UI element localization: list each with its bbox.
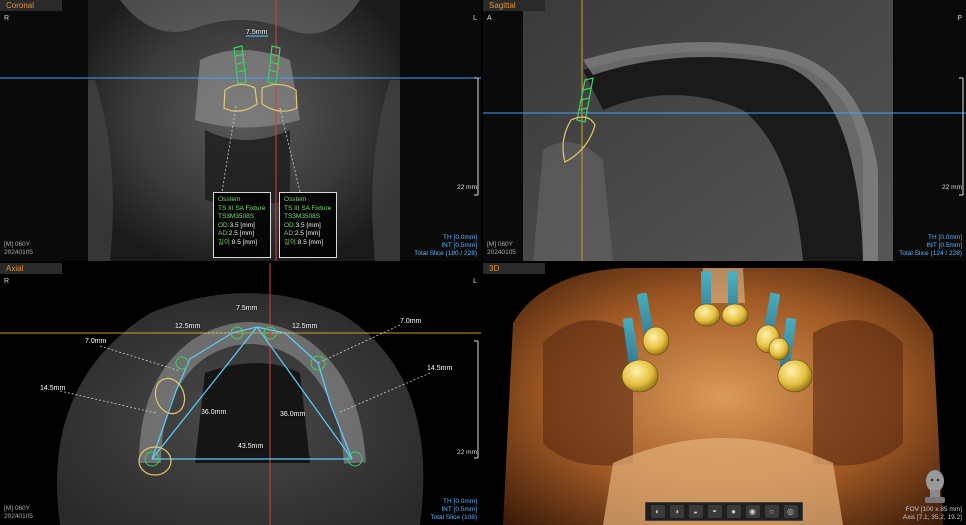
implant-ad: AD:2.5 [mm] — [218, 230, 255, 237]
3d-view[interactable]: 3D ◐ ◑ ◒ ◓ ● ◉ ○ ◎ FOV [100 x 85 mm] Axi… — [483, 263, 966, 525]
patient-age: [M] 060Y — [4, 505, 31, 512]
implant-od: OD:3.5 [mm] — [284, 221, 321, 229]
view-preset-button-1[interactable]: ◐ — [650, 505, 665, 518]
view-preset-button-5[interactable]: ● — [726, 505, 741, 518]
orient-right-label: L — [473, 15, 477, 22]
orient-left-label: R — [4, 15, 10, 22]
orient-right-label: L — [473, 278, 477, 285]
implant-code: TS3M3508S — [218, 213, 255, 220]
implant-brand: Osstem — [284, 196, 307, 203]
slice-meta: TH [0.0mm] INT [0.5mm] Total Slice (108) — [430, 498, 477, 522]
axial-image — [0, 263, 481, 525]
view-preset-button-4[interactable]: ◓ — [707, 505, 722, 518]
view-preset-button-6[interactable]: ◉ — [745, 505, 760, 518]
implant-od: OD:3.5 [mm] — [218, 221, 255, 229]
interval: INT [0.5mm] — [441, 506, 477, 513]
measure-label: 7.5mm — [236, 305, 258, 312]
patient-age: [M] 060Y — [4, 241, 31, 248]
measure-label: 36.0mm — [201, 409, 227, 416]
implant-model: TS III SA Fixture — [218, 204, 266, 212]
orient-left-label: R — [4, 278, 10, 285]
patient-meta: [M] 060Y 20240105 — [487, 241, 516, 257]
patient-meta: [M] 060Y 20240105 — [4, 241, 33, 257]
view-preset-button-8[interactable]: ◎ — [783, 505, 798, 518]
head-orientation-icon[interactable] — [922, 469, 948, 503]
thickness: TH [0.0mm] — [928, 234, 962, 241]
sagittal-image — [483, 0, 966, 261]
tab-axial[interactable]: Axial — [0, 263, 62, 274]
tab-sagittal[interactable]: Sagittal — [483, 0, 545, 11]
study-date: 20240105 — [487, 249, 516, 256]
tab-coronal[interactable]: Coronal — [0, 0, 62, 11]
scale-label: 22 mm — [457, 449, 477, 456]
measure-label: 14.5mm — [40, 385, 66, 392]
study-date: 20240105 — [4, 513, 33, 520]
patient-meta: [M] 060Y 20240105 — [4, 505, 33, 521]
axis-label: Axis [7.1, 35.2, 19.2] — [902, 514, 962, 521]
study-date: 20240105 — [4, 249, 33, 256]
view-preset-button-7[interactable]: ○ — [764, 505, 779, 518]
axial-view[interactable]: Axial R L 22 mm 7.5mm 12.5mm 12.5mm 7.0m… — [0, 263, 481, 525]
orient-right-label: P — [957, 15, 962, 22]
3d-render — [483, 263, 966, 525]
total-slice: Total Slice (108) — [430, 514, 477, 521]
slice-meta: TH [0.0mm] INT [0.5mm] Total Slice (180 … — [414, 234, 477, 258]
implant-brand: Osstem — [218, 196, 241, 203]
implant-info-box-right[interactable]: Osstem TS III SA Fixture TS3M3508S OD:3.… — [279, 192, 337, 258]
implant-length: 길이:8.5 [mm] — [284, 238, 324, 246]
measure-label: 14.5mm — [427, 365, 453, 372]
measure-label: 7.5mm — [246, 29, 268, 36]
patient-age: [M] 060Y — [487, 241, 514, 248]
measure-label: 36.0mm — [280, 411, 306, 418]
total-slice: Total Slice (180 / 228) — [414, 250, 477, 257]
interval: INT [0.5mm] — [441, 242, 477, 249]
measure-label: 43.5mm — [238, 443, 264, 450]
measure-label: 7.0mm — [85, 338, 107, 345]
scale-label: 22 mm — [457, 184, 477, 191]
sagittal-view[interactable]: Sagittal A P 22 mm [M] 060Y 20240105 TH … — [483, 0, 966, 261]
3d-view-toolbar: ◐ ◑ ◒ ◓ ● ◉ ○ ◎ — [645, 502, 803, 521]
measure-label: 7.0mm — [400, 318, 422, 325]
thickness: TH [0.0mm] — [443, 498, 477, 505]
implant-model: TS III SA Fixture — [284, 204, 332, 212]
total-slice: Total Slice (124 / 228) — [899, 250, 962, 257]
tab-3d[interactable]: 3D — [483, 263, 545, 274]
fov-label: FOV [100 x 85 mm] — [905, 506, 962, 513]
slice-meta: TH [0.0mm] INT [0.5mm] Total Slice (124 … — [899, 234, 962, 258]
measure-label: 12.5mm — [175, 323, 201, 330]
scale-label: 22 mm — [942, 184, 962, 191]
implant-info-box-left[interactable]: Osstem TS III SA Fixture TS3M3508S OD:3.… — [213, 192, 271, 258]
measure-label: 12.5mm — [292, 323, 318, 330]
interval: INT [0.5mm] — [926, 242, 962, 249]
fov-info: FOV [100 x 85 mm] Axis [7.1, 35.2, 19.2] — [903, 506, 962, 522]
view-preset-button-2[interactable]: ◑ — [669, 505, 684, 518]
thickness: TH [0.0mm] — [443, 234, 477, 241]
implant-code: TS3M3508S — [284, 213, 321, 220]
view-preset-button-3[interactable]: ◒ — [688, 505, 703, 518]
implant-length: 길이:8.5 [mm] — [218, 238, 258, 246]
implant-ad: AD:2.5 [mm] — [284, 230, 321, 237]
coronal-view[interactable]: Coronal R L 7.5mm 22 mm Osstem TS III SA… — [0, 0, 481, 261]
orient-left-label: A — [487, 15, 492, 22]
